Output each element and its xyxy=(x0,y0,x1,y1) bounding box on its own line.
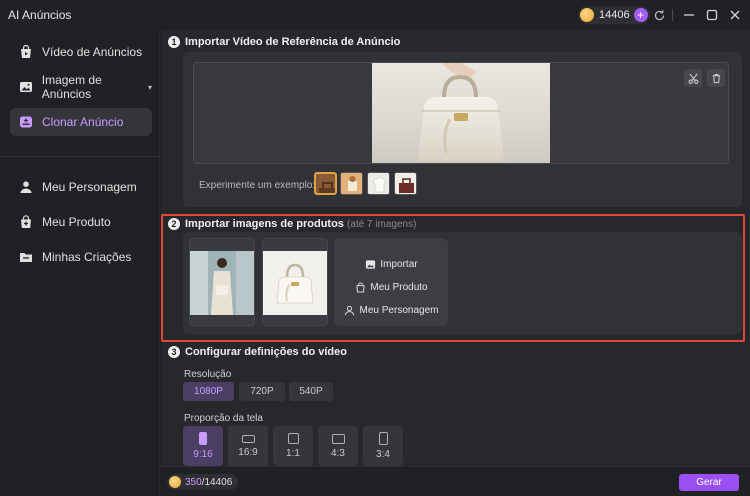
product-image-card-2[interactable] xyxy=(262,238,328,326)
ratio-9-16-button[interactable]: 9:16 xyxy=(183,426,223,466)
my-character-label: Meu Personagem xyxy=(359,304,439,316)
step2-hint: (até 7 imagens) xyxy=(346,218,417,230)
step2-heading: 2 Importar imagens de produtos (até 7 im… xyxy=(168,218,416,230)
ratio-landscape-icon xyxy=(241,434,255,443)
sidebar-item-image-ads[interactable]: Imagem de Anúncios ▾ xyxy=(10,73,152,101)
minimize-icon[interactable] xyxy=(681,7,697,23)
my-character-button[interactable]: Meu Personagem xyxy=(334,304,448,316)
ratio-portrait-icon xyxy=(378,432,388,445)
ratio-label: 16:9 xyxy=(238,446,258,458)
folder-icon xyxy=(18,249,34,265)
sidebar: Vídeo de Anúncios Imagem de Anúncios ▾ C… xyxy=(0,30,160,496)
import-image-icon xyxy=(364,258,376,270)
sidebar-item-label: Meu Produto xyxy=(42,215,111,229)
examples-label: Experimente um exemplo: xyxy=(199,180,316,191)
coin-icon xyxy=(169,476,181,488)
resolution-720p-button[interactable]: 720P xyxy=(239,382,285,401)
product-bag-icon xyxy=(18,214,34,230)
product-images-panel: Importar Meu Produto Meu Personagem xyxy=(183,232,742,334)
product-bag-icon xyxy=(354,281,366,293)
product-image-model xyxy=(190,251,254,315)
aspect-ratio-label: Proporção da tela xyxy=(184,413,263,424)
ratio-16-9-button[interactable]: 16:9 xyxy=(228,426,268,466)
image-ad-icon xyxy=(18,79,34,95)
ratio-1-1-button[interactable]: 1:1 xyxy=(273,426,313,466)
sidebar-item-label: Minhas Criações xyxy=(42,250,132,264)
import-button[interactable]: Importar xyxy=(334,258,448,270)
ratio-label: 9:16 xyxy=(193,449,213,460)
person-icon xyxy=(344,304,356,316)
credit-cost-used: 350 xyxy=(185,476,202,488)
resolution-1080p-button[interactable]: 1080P xyxy=(183,382,234,401)
import-label: Importar xyxy=(380,258,418,270)
step-number-badge: 1 xyxy=(168,36,180,48)
sidebar-divider xyxy=(0,156,159,157)
resolution-label: Resolução xyxy=(184,369,232,380)
credit-cost-pill: 350 /14406 xyxy=(167,474,239,490)
sidebar-item-clone-ad[interactable]: Clonar Anúncio xyxy=(10,108,152,136)
add-credits-button[interactable]: + xyxy=(633,8,648,22)
ratio-label: 1:1 xyxy=(286,448,300,459)
delete-trash-button[interactable] xyxy=(707,69,725,87)
refresh-icon[interactable] xyxy=(651,7,667,23)
reference-video-preview[interactable] xyxy=(193,62,729,164)
close-icon[interactable] xyxy=(727,7,743,23)
titlebar-divider xyxy=(672,9,673,21)
step-number-badge: 3 xyxy=(168,346,180,358)
my-product-button[interactable]: Meu Produto xyxy=(334,281,448,293)
main-content: 1 Importar Vídeo de Referência de Anúnci… xyxy=(161,30,750,466)
app-title: AI Anúncios xyxy=(8,8,72,22)
credit-cost-total: /14406 xyxy=(201,476,233,488)
sidebar-item-label: Imagem de Anúncios xyxy=(41,73,102,101)
resolution-540p-button[interactable]: 540P xyxy=(289,382,333,401)
product-image-card-1[interactable] xyxy=(189,238,255,326)
ratio-3-4-button[interactable]: 3:4 xyxy=(363,426,403,466)
reference-video-panel: Experimente um exemplo: xyxy=(183,52,742,207)
ratio-4-3-button[interactable]: 4:3 xyxy=(318,426,358,466)
clone-ad-icon xyxy=(18,114,34,130)
title-bar: AI Anúncios 14406 + xyxy=(0,0,750,30)
sidebar-item-my-character[interactable]: Meu Personagem xyxy=(10,173,152,201)
generate-button[interactable]: Gerar xyxy=(679,474,739,491)
credits-value: 14406 xyxy=(599,9,630,21)
video-bag-icon xyxy=(18,44,34,60)
step-number-badge: 2 xyxy=(168,218,180,230)
my-product-label: Meu Produto xyxy=(370,281,428,293)
product-image-bag xyxy=(263,251,327,315)
reference-video-frame xyxy=(372,63,550,163)
maximize-icon[interactable] xyxy=(704,7,720,23)
step1-title: Importar Vídeo de Referência de Anúncio xyxy=(185,36,401,48)
sidebar-item-label: Meu Personagem xyxy=(42,180,137,194)
trim-scissors-button[interactable] xyxy=(684,69,702,87)
coin-icon xyxy=(580,8,594,22)
example-thumbnail-1[interactable] xyxy=(314,172,337,195)
person-icon xyxy=(18,179,34,195)
ratio-label: 4:3 xyxy=(331,447,345,459)
step1-heading: 1 Importar Vídeo de Referência de Anúnci… xyxy=(168,36,400,48)
ratio-landscape-icon xyxy=(331,433,345,444)
chevron-down-icon: ▾ xyxy=(147,82,152,92)
example-thumbnail-2[interactable] xyxy=(340,172,363,195)
sidebar-item-my-product[interactable]: Meu Produto xyxy=(10,208,152,236)
ratio-portrait-icon xyxy=(199,432,207,445)
credits-pill[interactable]: 14406 + xyxy=(578,6,650,24)
step2-title: Importar imagens de produtos xyxy=(185,218,344,230)
sidebar-item-my-creations[interactable]: Minhas Criações xyxy=(10,243,152,271)
sidebar-item-label: Clonar Anúncio xyxy=(42,115,124,129)
step3-heading: 3 Configurar definições do vídeo xyxy=(168,346,347,358)
example-thumbnail-3[interactable] xyxy=(367,172,390,195)
example-thumbnail-4[interactable] xyxy=(394,172,417,195)
import-options-card: Importar Meu Produto Meu Personagem xyxy=(334,238,448,326)
footer-bar: 350 /14406 Gerar xyxy=(161,466,750,496)
ratio-square-icon xyxy=(287,433,299,444)
step3-title: Configurar definições do vídeo xyxy=(185,346,347,358)
sidebar-item-video-ads[interactable]: Vídeo de Anúncios xyxy=(10,38,152,66)
sidebar-item-label: Vídeo de Anúncios xyxy=(42,45,143,59)
ratio-label: 3:4 xyxy=(376,449,390,460)
